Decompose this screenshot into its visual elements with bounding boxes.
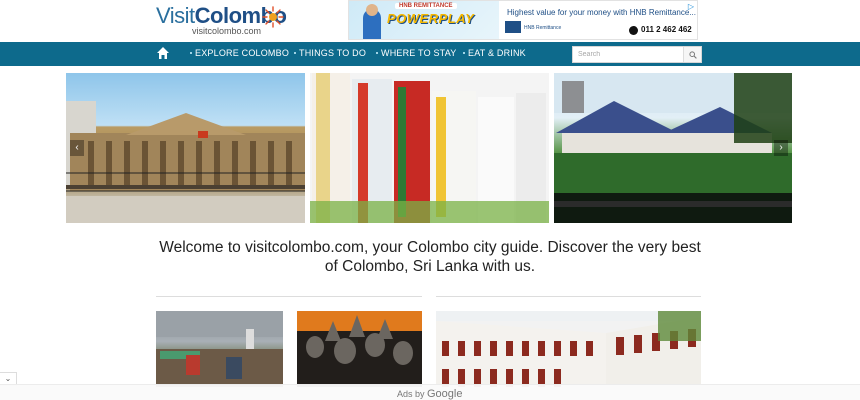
google-label[interactable]: Google — [427, 388, 462, 400]
slide-lake-temple[interactable] — [554, 73, 792, 223]
ad-bank-name: HNB Remittance — [524, 25, 561, 31]
ad-product-title: POWERPLAY — [387, 11, 475, 26]
phone-icon — [629, 26, 638, 35]
logo-subtext: visitcolombo.com — [192, 26, 262, 36]
colonial-building-photo — [66, 101, 305, 223]
main-nav: EXPLORE COLOMBO THINGS TO DO WHERE TO ST… — [0, 42, 860, 66]
hnb-logo — [505, 21, 521, 33]
lake-temple-photo — [554, 73, 792, 223]
nav-item-explore-colombo[interactable]: EXPLORE COLOMBO — [189, 48, 289, 58]
ad-phone-number[interactable]: 011 2 462 462 — [641, 25, 692, 34]
search-icon — [688, 50, 697, 59]
ads-by-label: Ads by — [397, 389, 425, 399]
flower-garlands-photo — [310, 73, 549, 223]
buddha-statues-photo — [297, 311, 422, 387]
feature-card-colonial-arcade[interactable] — [436, 311, 701, 387]
ad-tag: HNB REMITTANCE — [395, 3, 457, 9]
ad-bank-label: HNB — [524, 25, 535, 31]
image-slider: ‹ › — [66, 73, 792, 223]
market-scene-photo — [156, 311, 283, 387]
logo-visit-text: Visit — [156, 3, 195, 28]
home-icon[interactable] — [156, 46, 170, 60]
top-banner-ad[interactable]: HNB REMITTANCE POWERPLAY Highest value f… — [348, 0, 698, 40]
nav-item-where-to-stay[interactable]: WHERE TO STAY — [375, 48, 456, 58]
nav-item-things-to-do[interactable]: THINGS TO DO — [293, 48, 366, 58]
feature-card-buddha[interactable] — [297, 311, 422, 387]
site-logo[interactable]: VisitColombo visitcolombo.com — [156, 3, 287, 38]
ad-headline[interactable]: Highest value for your money with HNB Re… — [507, 8, 696, 17]
search-box — [572, 46, 702, 63]
feature-card-market[interactable] — [156, 311, 283, 387]
chevron-down-icon: ⌄ — [4, 374, 12, 383]
search-button[interactable] — [683, 47, 701, 62]
nav-item-eat-drink[interactable]: EAT & DRINK — [463, 48, 526, 58]
ad-bank-sub: Remittance — [535, 25, 562, 31]
colonial-arcade-photo — [436, 311, 701, 387]
slide-flower-garlands[interactable] — [310, 73, 549, 223]
divider-left — [156, 296, 422, 297]
sun-icon — [262, 6, 284, 28]
slide-colonial-building[interactable] — [66, 73, 305, 223]
chevron-right-icon: › — [779, 142, 783, 153]
ad-person-head — [366, 4, 378, 16]
bottom-ad-bar: Ads by Google — [0, 384, 860, 400]
ad-visual: HNB REMITTANCE POWERPLAY — [349, 1, 499, 39]
welcome-heading: Welcome to visitcolombo.com, your Colomb… — [159, 239, 701, 275]
divider-right — [436, 296, 701, 297]
page: VisitColombo visitcolombo.com HNB REMITT… — [0, 0, 860, 400]
slider-prev-button[interactable]: ‹ — [70, 140, 84, 156]
search-input[interactable] — [573, 47, 683, 62]
chevron-left-icon: ‹ — [75, 142, 79, 153]
slider-next-button[interactable]: › — [774, 140, 788, 156]
ad-choices-icon[interactable]: ▷ — [685, 1, 697, 13]
site-header: VisitColombo visitcolombo.com HNB REMITT… — [0, 0, 860, 42]
